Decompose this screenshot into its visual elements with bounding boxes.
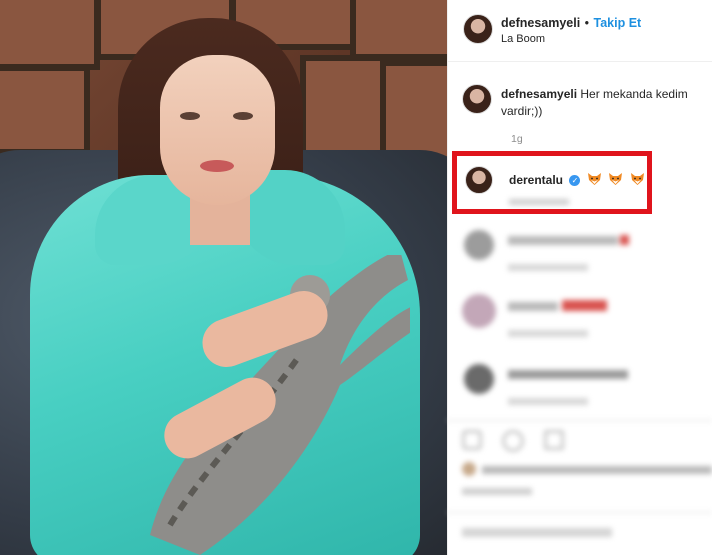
floor-tile — [300, 55, 390, 165]
caption-body: defnesamyeli Her mekanda kedim vardir;)) — [501, 86, 711, 120]
post-photo[interactable] — [0, 0, 447, 555]
floor-tile — [350, 0, 447, 60]
blurred-text — [508, 236, 618, 245]
face — [160, 55, 275, 205]
floor-tile — [0, 65, 90, 155]
post-date-blurred — [462, 488, 532, 495]
comment-icon[interactable] — [502, 430, 524, 452]
lips — [200, 160, 234, 172]
location-link[interactable]: La Boom — [501, 33, 545, 45]
action-icons-blurred — [460, 428, 580, 454]
blurred-emoji — [620, 235, 629, 245]
author-avatar[interactable] — [463, 14, 493, 44]
blurred-emoji — [562, 300, 607, 311]
header-line: defnesamyeli • Takip Et — [501, 14, 641, 32]
share-icon[interactable] — [544, 430, 564, 450]
divider — [447, 512, 712, 513]
blurred-comment — [460, 362, 710, 407]
add-comment-blurred[interactable] — [462, 528, 612, 537]
blurred-avatar — [464, 230, 494, 260]
blurred-avatar — [462, 294, 496, 328]
blurred-meta — [508, 398, 588, 405]
post-header: defnesamyeli • Takip Et La Boom — [448, 0, 712, 62]
blurred-text — [508, 370, 628, 379]
likes-line-blurred — [462, 460, 712, 480]
highlight-box — [452, 151, 652, 214]
likes-text — [482, 466, 712, 474]
separator-dot: • — [584, 16, 590, 30]
divider — [447, 420, 712, 421]
blurred-comment — [460, 292, 710, 337]
author-username[interactable]: defnesamyeli — [501, 16, 580, 30]
follow-button[interactable]: Takip Et — [594, 16, 642, 30]
caption-time[interactable]: 1g — [511, 133, 523, 145]
liker-avatar — [462, 462, 476, 476]
left-eye — [180, 112, 200, 120]
floor-tile — [0, 0, 100, 70]
caption-avatar[interactable] — [462, 84, 492, 114]
blurred-text — [508, 302, 558, 311]
right-eye — [233, 112, 253, 120]
blurred-meta — [508, 330, 588, 337]
caption-username[interactable]: defnesamyeli — [501, 87, 577, 101]
blurred-avatar — [464, 364, 494, 394]
heart-icon[interactable] — [462, 430, 482, 450]
blurred-meta — [508, 264, 588, 271]
blurred-comment — [460, 228, 710, 271]
